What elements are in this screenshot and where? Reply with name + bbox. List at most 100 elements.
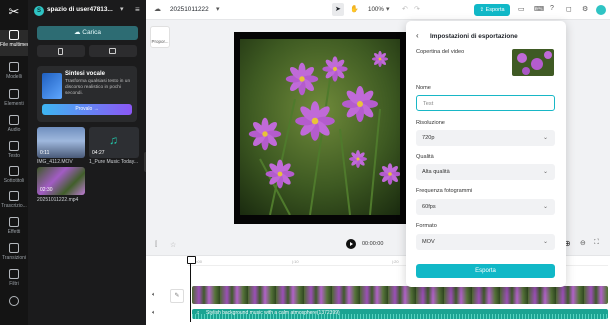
- workspace-switcher[interactable]: S spazio di user47813... ▾ ≡: [34, 5, 142, 17]
- settings-icon[interactable]: ⚙: [582, 5, 588, 13]
- media-thumbnail[interactable]: ♫ 04:27: [89, 127, 139, 158]
- video-preview[interactable]: [234, 32, 406, 224]
- playhead[interactable]: [187, 256, 196, 322]
- rail-item-more[interactable]: [0, 296, 28, 322]
- audio-clip[interactable]: ♫ Stylish background music with a calm a…: [192, 309, 608, 319]
- fps-select[interactable]: 60fps ⌄: [416, 199, 555, 215]
- rail-item-label: Sottotitoli: [3, 178, 25, 184]
- fps-value: 60fps: [422, 204, 436, 210]
- redo-icon[interactable]: ↷: [414, 5, 420, 13]
- desktop-upload-button[interactable]: [89, 45, 137, 57]
- quality-select[interactable]: Alta qualità ⌄: [416, 164, 555, 180]
- chevron-down-icon: ▾: [120, 6, 124, 13]
- rail-item-transcription[interactable]: Trascrizio...: [0, 191, 28, 217]
- rail-item-transitions[interactable]: Transizioni: [0, 243, 28, 269]
- quality-value: Alta qualità: [422, 169, 450, 175]
- text-icon: [9, 141, 19, 151]
- aspect-ratio-label: Propor...: [151, 39, 169, 44]
- chevron-down-icon: ⌄: [542, 204, 548, 210]
- audio-speaker-icon[interactable]: 🔈︎: [152, 310, 156, 317]
- fps-label: Frequenza fotogrammi: [416, 188, 473, 194]
- rail-item-templates[interactable]: Modelli: [0, 62, 28, 88]
- menu-icon[interactable]: ≡: [135, 5, 140, 14]
- help-icon[interactable]: ?: [550, 5, 554, 12]
- pointer-tool[interactable]: ➤: [332, 3, 344, 16]
- media-panel: S spazio di user47813... ▾ ≡ ☁ Carica Si…: [28, 0, 146, 325]
- promo-text: Trasforma qualsiasi testo in un discorso…: [65, 79, 131, 96]
- project-name[interactable]: 20251011222: [170, 6, 209, 13]
- media-thumbnail[interactable]: 0:11: [37, 127, 85, 158]
- chevron-down-icon: ⌄: [542, 135, 548, 141]
- capcut-logo-icon[interactable]: ✂: [6, 4, 22, 20]
- phone-icon: [58, 48, 63, 55]
- rail-item-label: Audio: [7, 127, 21, 133]
- duration-badge: 04:27: [92, 150, 105, 156]
- resolution-select[interactable]: 720p ⌄: [416, 130, 555, 146]
- rail-item-label: Transizioni: [2, 255, 26, 261]
- cloud-icon[interactable]: ☁: [154, 5, 161, 13]
- rail-item-label: File multimed...: [0, 42, 28, 48]
- timecode: 00:00:00: [362, 241, 384, 247]
- rail-item-media[interactable]: File multimed...: [0, 30, 28, 56]
- desktop-icon: [109, 48, 116, 54]
- filters-icon: [9, 269, 19, 279]
- delete-icon[interactable]: ☆: [170, 241, 176, 249]
- media-name: IMG_4112.MOV: [37, 159, 73, 165]
- chevron-down-icon: [9, 296, 19, 306]
- export-settings-dialog: ‹ Impostazioni di esportazione Copertina…: [406, 21, 566, 287]
- hand-tool-icon[interactable]: ✋: [350, 5, 359, 13]
- undo-icon[interactable]: ↶: [402, 5, 408, 13]
- play-button[interactable]: [346, 239, 356, 249]
- media-icon: [9, 30, 19, 40]
- zoom-out-icon[interactable]: ⊖: [580, 239, 586, 247]
- name-field[interactable]: Test: [416, 95, 555, 111]
- dialog-export-button[interactable]: Esporta: [416, 264, 555, 278]
- phone-upload-button[interactable]: [37, 45, 85, 57]
- cover-edit-icon[interactable]: ✎: [170, 289, 184, 303]
- video-clip[interactable]: [192, 286, 608, 304]
- duration-badge: 02:30: [40, 187, 53, 193]
- top-bar: ☁ 20251011222 ▾ ➤ ✋ 100% ▾ ↶ ↷ ⇪ Esporta…: [146, 0, 610, 20]
- rail-item-captions[interactable]: Sottotitoli: [0, 166, 28, 192]
- chevron-down-icon[interactable]: ▾: [386, 5, 390, 13]
- rail-item-effects[interactable]: Effetti: [0, 217, 28, 243]
- rail-item-elements[interactable]: Elementi: [0, 89, 28, 115]
- format-select[interactable]: MOV ⌄: [416, 234, 555, 250]
- zoom-level[interactable]: 100%: [368, 6, 384, 13]
- rail-item-label: Modelli: [6, 74, 22, 80]
- promo-try-button[interactable]: Provalo →: [42, 104, 132, 115]
- transitions-icon: [9, 243, 19, 253]
- preview-image: [240, 39, 400, 215]
- media-name: 1_Pure Music Today...: [89, 159, 139, 165]
- left-rail: ✂ File multimed... Modelli Elementi Audi…: [0, 0, 28, 325]
- audio-speaker-icon[interactable]: 🔈︎: [152, 292, 156, 299]
- chevron-down-icon: ⌄: [542, 169, 548, 175]
- export-button[interactable]: ⇪ Esporta: [474, 4, 510, 16]
- back-arrow-icon[interactable]: ‹: [416, 31, 419, 40]
- fullscreen-icon[interactable]: ⛶: [594, 239, 599, 247]
- cover-thumbnail[interactable]: [512, 49, 554, 76]
- keyboard-icon[interactable]: ⌨: [534, 5, 544, 13]
- templates-icon: [9, 62, 19, 72]
- rail-item-filters[interactable]: Filtri: [0, 269, 28, 295]
- resolution-value: 720p: [422, 135, 435, 141]
- aspect-ratio-button[interactable]: Propor...: [150, 26, 170, 48]
- promo-image: [42, 73, 62, 99]
- cursor-icon: ➤: [335, 6, 341, 13]
- upload-button[interactable]: ☁ Carica: [37, 26, 138, 40]
- export-label: Esporta: [485, 7, 505, 13]
- rail-item-text[interactable]: Testo: [0, 141, 28, 167]
- chat-icon[interactable]: ◻: [566, 5, 572, 13]
- cover-image: [512, 49, 554, 76]
- rail-item-audio[interactable]: Audio: [0, 115, 28, 141]
- cover-label: Copertina del video: [416, 49, 465, 55]
- elements-icon: [9, 89, 19, 99]
- rail-item-label: Filtri: [9, 281, 19, 287]
- chevron-down-icon[interactable]: ▾: [216, 5, 220, 13]
- format-label: Formato: [416, 223, 437, 229]
- media-thumbnail[interactable]: 02:30: [37, 167, 85, 195]
- split-icon[interactable]: ⫿: [155, 241, 157, 249]
- avatar[interactable]: [596, 5, 606, 15]
- monitor-icon[interactable]: ▭: [518, 5, 525, 13]
- rail-item-label: Effetti: [7, 229, 21, 235]
